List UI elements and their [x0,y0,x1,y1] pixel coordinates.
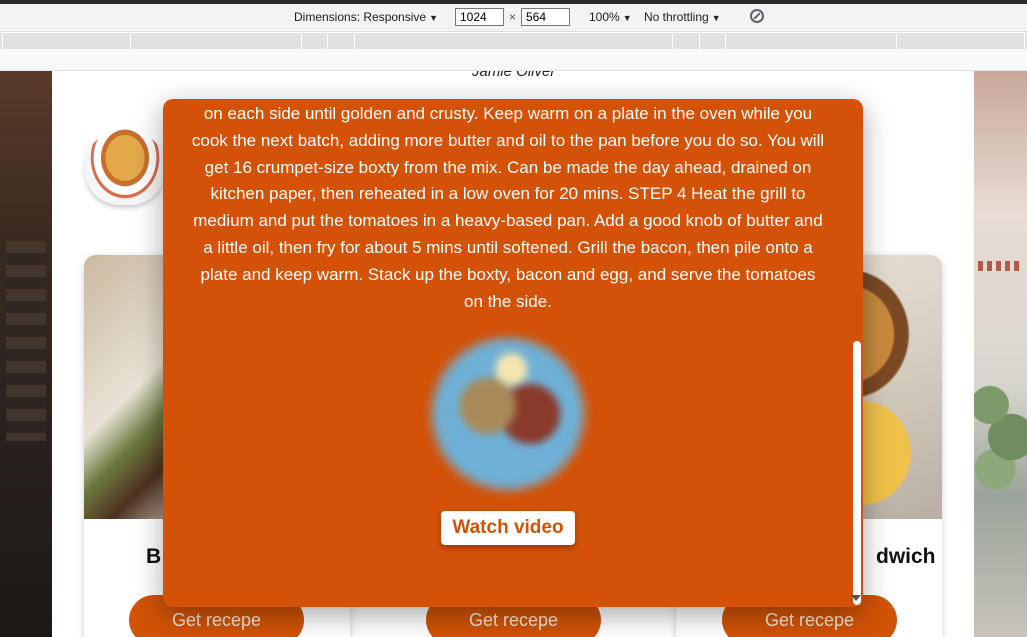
caret-down-icon: ▼ [429,13,438,23]
ruler-segment[interactable] [725,33,726,49]
background-photo-left [0,71,52,637]
ruler-segment[interactable] [699,33,700,49]
height-input[interactable] [521,8,570,26]
background-photo-right [974,71,1027,637]
ramen-bowl-image [85,129,165,205]
caret-down-icon: ▼ [711,13,721,23]
ruler-segment[interactable] [354,33,355,49]
recipe-instructions: on each side until golden and crusty. Ke… [191,104,825,311]
recipe-title: B [146,545,162,568]
width-input[interactable] [455,8,504,26]
throttling-dropdown[interactable]: No throttling ▼ [644,10,721,24]
dish-image [423,334,593,494]
ruler-segment[interactable] [896,33,897,49]
author-name: Jamie Oliver [472,71,556,80]
ruler-segment[interactable] [2,33,3,49]
ruler-segment[interactable] [672,33,673,49]
devtools-device-toolbar: Dimensions: Responsive▼ × 100%▼ No throt… [0,4,1027,32]
caret-down-icon: ▼ [622,13,632,23]
watch-video-button[interactable]: Watch video [441,511,575,545]
ruler-segment[interactable] [301,33,302,49]
dimensions-dropdown[interactable]: Dimensions: Responsive ▼ [294,10,438,24]
modal-scrollbar[interactable] [853,341,861,605]
ruler-segment[interactable] [1024,33,1025,49]
scroll-down-icon[interactable] [851,595,861,601]
ruler-segment[interactable] [327,33,328,49]
ruler-spacer [0,49,1027,71]
media-query-bar[interactable] [0,33,1027,49]
rotate-icon[interactable] [750,9,764,23]
ruler-segment[interactable] [130,33,131,49]
recipe-modal: on each side until golden and crusty. Ke… [163,99,863,607]
recipe-title: dwich [876,545,936,568]
zoom-dropdown[interactable]: 100% ▼ [589,10,632,24]
dimensions-label: Dimensions: Responsive [294,10,427,24]
times-separator: × [509,10,517,24]
page-viewport: Jamie Oliver B dwich Get recepe Get rece… [0,71,1027,637]
throttling-label: No throttling [644,10,709,24]
zoom-label: 100% [589,10,620,24]
